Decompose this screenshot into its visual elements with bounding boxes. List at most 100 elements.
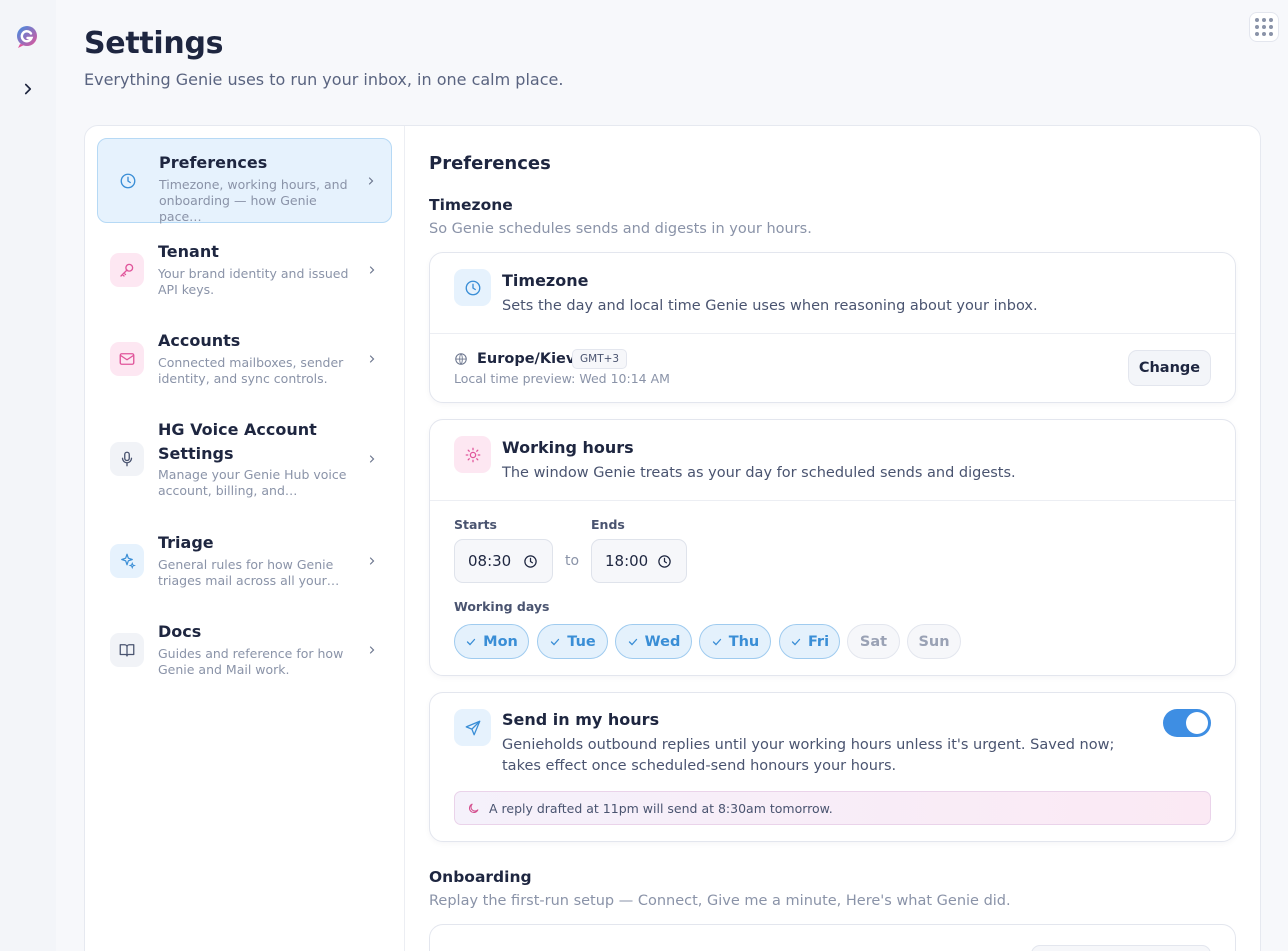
- check-icon: [712, 638, 721, 645]
- grid-dot: [1255, 32, 1259, 36]
- day-label: Mon: [483, 633, 518, 650]
- divider: [430, 500, 1235, 501]
- apps-grid-button[interactable]: [1249, 12, 1279, 42]
- sparkles-icon: [110, 544, 144, 578]
- schedule-note: A reply drafted at 11pm will send at 8:3…: [454, 791, 1211, 825]
- nav-item-docs[interactable]: Docs Guides and reference for how Genie …: [97, 607, 392, 692]
- nav-item-title: HG Voice Account Settings: [158, 420, 317, 463]
- nav-item-desc: Connected mailboxes, sender identity, an…: [158, 355, 344, 386]
- side-rail: [0, 0, 56, 951]
- nav-item-desc: Guides and reference for how Genie and M…: [158, 646, 344, 677]
- chevron-right-icon: [368, 177, 374, 185]
- book-icon: [110, 633, 144, 667]
- key-icon: [110, 253, 144, 287]
- nav-item-tenant[interactable]: Tenant Your brand identity and issued AP…: [97, 227, 392, 312]
- page-subtitle: Everything Genie uses to run your inbox,…: [84, 70, 564, 89]
- nav-item-title: Docs: [158, 622, 202, 641]
- nav-item-accounts[interactable]: Accounts Connected mailboxes, sender ide…: [97, 316, 392, 401]
- grid-dot: [1269, 18, 1273, 22]
- day-chip-fri[interactable]: Fri: [779, 624, 840, 659]
- onboarding-card: [429, 924, 1236, 951]
- start-time-input[interactable]: 08:30: [454, 539, 553, 583]
- page-title: Settings: [84, 26, 224, 61]
- end-time-value: 18:00: [605, 552, 649, 570]
- end-time-input[interactable]: 18:00: [591, 539, 687, 583]
- card-title: Timezone: [502, 271, 589, 290]
- grid-dot: [1255, 18, 1259, 22]
- send-in-my-hours-card: Send in my hours Genieholds outbound rep…: [429, 692, 1236, 842]
- settings-panel: Preferences Timezone, working hours, and…: [84, 125, 1261, 951]
- nav-item-desc: General rules for how Genie triages mail…: [158, 557, 340, 588]
- grid-dot: [1262, 18, 1266, 22]
- timezone-card: Timezone Sets the day and local time Gen…: [429, 252, 1236, 403]
- chevron-right-icon: [369, 266, 375, 274]
- day-chip-sat[interactable]: Sat: [847, 624, 900, 659]
- check-icon: [551, 638, 560, 645]
- chevron-right-icon: [369, 455, 375, 463]
- working-days-label: Working days: [454, 599, 550, 614]
- clock-icon: [524, 555, 537, 568]
- card-title: Working hours: [502, 438, 634, 457]
- section-title: Timezone: [429, 196, 513, 214]
- settings-nav: Preferences Timezone, working hours, and…: [85, 126, 405, 951]
- chevron-right-icon[interactable]: [19, 80, 37, 98]
- grid-dot: [1262, 25, 1266, 29]
- grid-dot: [1262, 32, 1266, 36]
- nav-item-desc: Your brand identity and issued API keys.: [158, 266, 349, 297]
- moon-icon: [468, 803, 479, 814]
- ends-label: Ends: [591, 517, 625, 532]
- chevron-right-icon: [369, 646, 375, 654]
- to-label: to: [565, 553, 580, 569]
- nav-item-desc: Timezone, working hours, and onboarding …: [159, 177, 348, 224]
- day-chip-thu[interactable]: Thu: [699, 624, 771, 659]
- check-icon: [791, 638, 801, 645]
- divider: [430, 333, 1235, 334]
- day-chip-tue[interactable]: Tue: [537, 624, 608, 659]
- timezone-name: Europe/Kiev: [477, 351, 576, 367]
- schedule-note-text: A reply drafted at 11pm will send at 8:3…: [489, 800, 833, 816]
- check-icon: [466, 638, 476, 645]
- sun-icon: [454, 436, 491, 473]
- settings-content: Preferences Timezone So Genie schedules …: [429, 126, 1249, 951]
- chevron-right-icon: [369, 355, 375, 363]
- grid-dot: [1255, 25, 1259, 29]
- nav-item-triage[interactable]: Triage General rules for how Genie triag…: [97, 518, 392, 603]
- content-heading: Preferences: [429, 153, 551, 174]
- card-desc: Sets the day and local time Genie uses w…: [502, 298, 1038, 314]
- mic-icon: [110, 442, 144, 476]
- check-icon: [628, 638, 637, 645]
- timezone-offset-badge: GMT+3: [572, 349, 628, 369]
- send-icon: [454, 709, 491, 746]
- nav-item-title: Triage: [158, 533, 214, 552]
- day-chip-mon[interactable]: Mon: [454, 624, 529, 659]
- clock-icon: [658, 555, 671, 568]
- nav-item-title: Accounts: [158, 331, 241, 350]
- start-time-value: 08:30: [468, 552, 512, 570]
- toggle-knob: [1186, 712, 1208, 734]
- day-chip-sun[interactable]: Sun: [907, 624, 961, 659]
- chevron-right-icon: [369, 557, 375, 565]
- section-title: Onboarding: [429, 868, 532, 886]
- mail-icon: [110, 342, 144, 376]
- nav-item-preferences[interactable]: Preferences Timezone, working hours, and…: [97, 138, 392, 224]
- section-subtitle: Replay the first-run setup — Connect, Gi…: [429, 893, 1011, 909]
- change-timezone-button[interactable]: Change: [1128, 350, 1211, 386]
- nav-item-hg-voice[interactable]: HG Voice Account Settings Manage your Ge…: [97, 405, 392, 510]
- section-subtitle: So Genie schedules sends and digests in …: [429, 221, 812, 237]
- nav-item-desc: Manage your Genie Hub voice account, bil…: [158, 467, 347, 498]
- grid-dot: [1269, 25, 1273, 29]
- day-label: Wed: [644, 633, 681, 650]
- clock-icon: [454, 269, 491, 306]
- grid-dot: [1269, 32, 1273, 36]
- starts-label: Starts: [454, 517, 497, 532]
- day-label: Sun: [918, 633, 950, 650]
- day-label: Thu: [728, 633, 760, 650]
- send-in-hours-toggle[interactable]: [1163, 709, 1211, 737]
- genie-logo-icon[interactable]: [15, 25, 39, 49]
- onboarding-action-button[interactable]: [1031, 945, 1211, 951]
- card-desc: The window Genie treats as your day for …: [502, 465, 1016, 481]
- day-chip-wed[interactable]: Wed: [615, 624, 692, 659]
- nav-item-title: Preferences: [159, 153, 268, 172]
- day-label: Sat: [859, 633, 888, 650]
- card-desc: Genieholds outbound replies until your w…: [502, 737, 1115, 774]
